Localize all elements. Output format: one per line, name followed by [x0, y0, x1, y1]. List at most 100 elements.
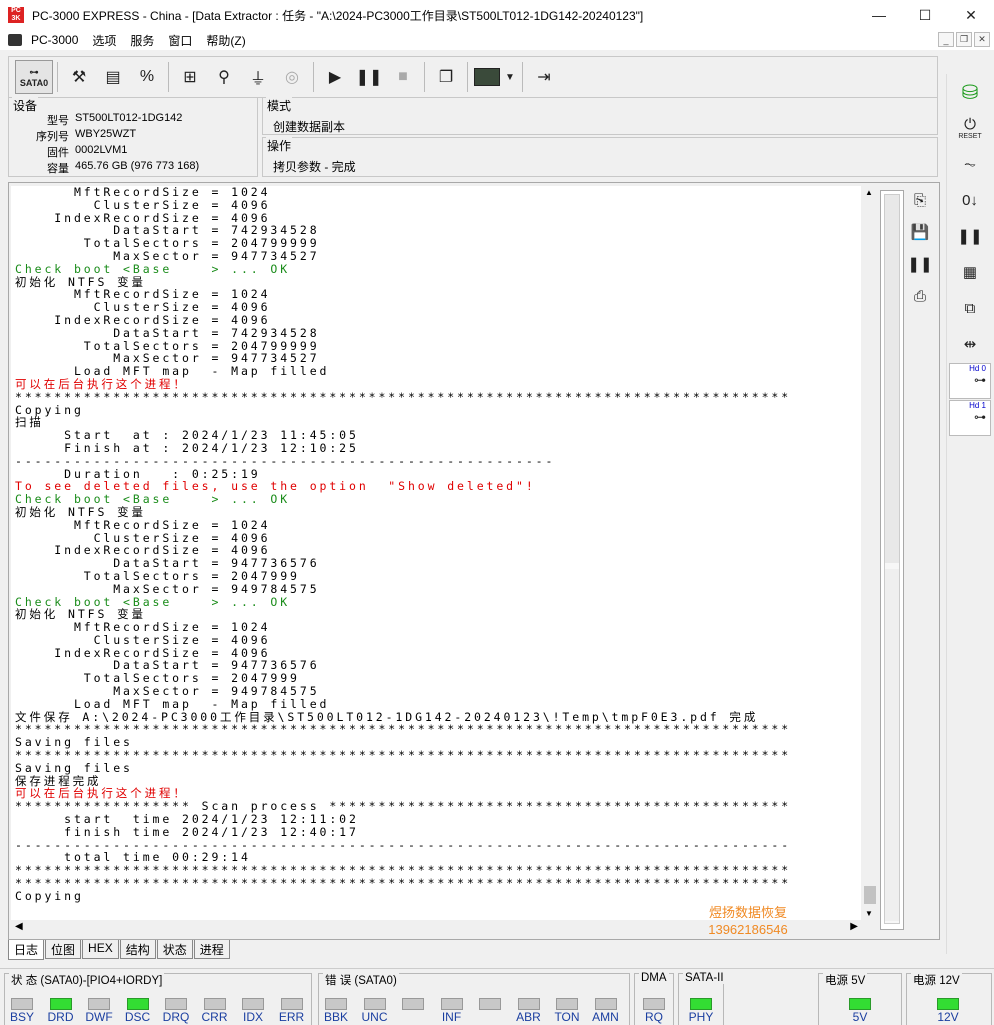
mdi-minimize-icon[interactable]: _: [938, 32, 954, 47]
log-line: MaxSector = 949784575: [15, 581, 320, 596]
tab-structure[interactable]: 结构: [119, 940, 156, 959]
mdi-close-icon[interactable]: ✕: [974, 32, 990, 47]
status-led-label: DRQ: [162, 1010, 190, 1024]
windows-icon[interactable]: ❐: [429, 60, 463, 94]
error-register-title: 错 误 (SATA0): [323, 972, 399, 988]
stop-icon[interactable]: ■: [386, 60, 420, 94]
toolbar-separator: [168, 62, 169, 92]
tab-log[interactable]: 日志: [8, 940, 45, 960]
toolbar-separator: [313, 62, 314, 92]
status-led-label: UNC: [361, 1010, 388, 1024]
toolbar-separator: [522, 62, 523, 92]
status-led-label: IDX: [242, 1010, 263, 1024]
scroll-down-icon[interactable]: ▼: [865, 909, 873, 918]
log-vertical-scrollbar[interactable]: ▲ ▼: [862, 186, 878, 920]
tools-icon[interactable]: ⚒: [62, 60, 96, 94]
status-bar: 状 态 (SATA0)-[PIO4+IORDY] BSY DRD DWF DSC DRQ…: [0, 968, 994, 1025]
sata-phy-led: [690, 998, 712, 1010]
hd1-label: Hd 1: [969, 401, 986, 410]
view-tabs: 日志 位图 HEX 结构 状态 进程: [8, 940, 231, 960]
power-5v-group: 电源 5V 5V: [818, 972, 902, 1025]
log-line: ClusterSize = 4096: [15, 632, 271, 647]
device-row-capacity: 容量 465.76 GB (976 773 168): [9, 160, 259, 176]
copy-config-icon[interactable]: ⧉: [947, 290, 993, 326]
sata-port-button[interactable]: ⊶ SATA0: [15, 60, 53, 94]
status-led: [363, 998, 386, 1010]
mdi-restore-icon[interactable]: ❐: [956, 32, 972, 47]
status-led: [402, 998, 424, 1010]
port-config-icon[interactable]: ▦: [947, 254, 993, 290]
menu-pc3000[interactable]: PC-3000: [24, 33, 85, 47]
progress-fill-upper: [885, 195, 899, 563]
exit-icon[interactable]: ⇥: [527, 60, 561, 94]
operation-panel: 操作 拷贝参数 - 完成: [262, 137, 938, 177]
voltage-icon[interactable]: 0↓: [947, 182, 993, 218]
scroll-right-icon[interactable]: ▶: [850, 921, 858, 932]
database-icon[interactable]: ⛁: [947, 74, 993, 110]
mode-value: 创建数据副本: [273, 120, 346, 134]
status-led: [203, 998, 226, 1010]
percent-icon[interactable]: %: [130, 60, 164, 94]
mode-panel: 模式 创建数据副本: [262, 97, 938, 135]
save-log-icon[interactable]: 💾: [906, 218, 934, 246]
scroll-thumb[interactable]: [864, 886, 876, 904]
watermark-line2: 13962186546: [708, 922, 788, 937]
hd-connector-icon: ⊶: [974, 410, 986, 424]
pc3000-menu-icon: [8, 34, 22, 46]
menu-service[interactable]: 服务: [123, 32, 161, 49]
device-panel: 设备 型号 ST500LT012-1DG142 序列号 WBY25WZT 固件 000…: [8, 97, 258, 177]
disk-icon[interactable]: ◎: [275, 60, 309, 94]
hd0-label: Hd 0: [969, 364, 986, 373]
scroll-left-icon[interactable]: ◀: [15, 921, 23, 932]
reset-icon[interactable]: ⏻ RESET: [947, 110, 993, 146]
scan-icon[interactable]: ⏚: [241, 60, 275, 94]
play-icon[interactable]: ▶: [318, 60, 352, 94]
maximize-button[interactable]: ☐: [902, 0, 948, 30]
status-led-label: INF: [441, 1010, 462, 1024]
tab-hex[interactable]: HEX: [82, 940, 119, 959]
log-line: Copying: [15, 888, 84, 903]
pause-icon[interactable]: ❚❚: [947, 218, 993, 254]
binoculars-icon[interactable]: ⚲: [207, 60, 241, 94]
pause-log-icon[interactable]: ❚❚: [906, 250, 934, 278]
status-led: [11, 998, 33, 1010]
log-line: ClusterSize = 4096: [15, 197, 271, 212]
copy-log-icon[interactable]: ⎘: [906, 186, 934, 214]
bus-icon[interactable]: ⇹: [947, 326, 993, 362]
hd1-button[interactable]: Hd 1 ⊶: [949, 400, 991, 436]
dma-rq-label: RQ: [645, 1010, 663, 1024]
close-button[interactable]: ✕: [948, 0, 994, 30]
menu-help[interactable]: 帮助(Z): [199, 32, 252, 49]
firmware-value: 0002LVM1: [75, 144, 128, 156]
menu-window[interactable]: 窗口: [161, 32, 199, 49]
tab-bitmap[interactable]: 位图: [45, 940, 82, 959]
power-12v-group: 电源 12V 12V: [906, 972, 992, 1025]
right-toolbar: ⛁ ⏻ RESET ⏦ 0↓ ❚❚ ▦ ⧉ ⇹ Hd 0 ⊶ Hd 1 ⊶: [946, 74, 992, 954]
status-led: [280, 998, 303, 1010]
progress-fill-lower: [885, 569, 899, 921]
save-as-log-icon[interactable]: ⎙: [906, 282, 934, 310]
firmware-key: 固件: [47, 147, 69, 159]
menu-options[interactable]: 选项: [85, 32, 123, 49]
minimize-button[interactable]: —: [856, 0, 902, 30]
tree-icon[interactable]: ⊞: [173, 60, 207, 94]
status-led-label: AMN: [592, 1010, 619, 1024]
log-line: 初始化 NTFS 变量: [15, 504, 146, 519]
image-icon[interactable]: [472, 60, 502, 94]
log-line: Saving files: [15, 760, 133, 775]
status-led-label: DWF: [85, 1010, 113, 1024]
power-connector-icon[interactable]: ⏦: [947, 146, 993, 182]
power-12v-title: 电源 12V: [911, 972, 962, 988]
drive-info-icon[interactable]: ▤: [96, 60, 130, 94]
hd0-button[interactable]: Hd 0 ⊶: [949, 363, 991, 399]
tab-process[interactable]: 进程: [193, 940, 230, 959]
tab-status[interactable]: 状态: [156, 940, 193, 959]
sata-title: SATA-II: [683, 972, 726, 984]
log-line: Finish at : 2024/1/23 12:10:25: [15, 440, 359, 455]
scroll-up-icon[interactable]: ▲: [865, 188, 873, 197]
log-output[interactable]: MftRecordSize = 1024 ClusterSize = 4096 …: [11, 186, 861, 920]
status-led-label: BBK: [323, 1010, 348, 1024]
pause-icon[interactable]: ❚❚: [352, 60, 386, 94]
status-led-label: DRD: [47, 1010, 74, 1024]
dropdown-arrow-icon[interactable]: ▼: [502, 60, 518, 94]
